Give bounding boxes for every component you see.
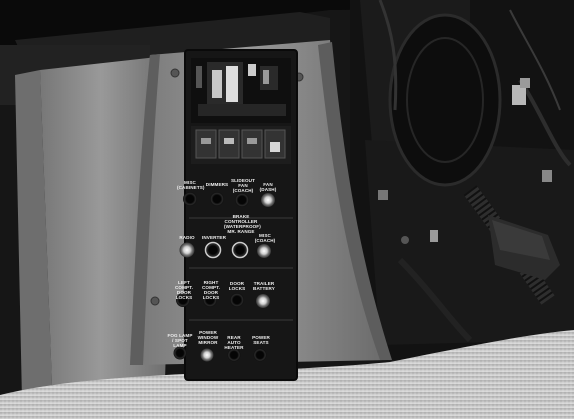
label-power-window-mirror: POWER WINDOW MIRROR	[197, 330, 219, 345]
switch-indicator-light	[257, 244, 271, 258]
switch-hole	[253, 348, 267, 362]
footwell-area	[350, 0, 574, 360]
label-radio: RADIO	[179, 235, 195, 240]
label-door-locks: DOOR LOCKS	[228, 281, 246, 291]
label-right-compt-door-locks: RIGHT COMPT. DOOR LOCKS	[202, 280, 220, 300]
switch-hole	[173, 346, 187, 360]
switch-indicator-light	[200, 348, 214, 362]
switch-indicator-light	[261, 193, 275, 207]
label-brake-controller: BRAKE CONTROLLER (WATERPROOF) MR. RANGE	[224, 214, 261, 234]
switch-hole	[230, 293, 244, 307]
label-inverter: INVERTER	[201, 235, 227, 240]
switch-hole	[210, 192, 224, 206]
label-power-seats: POWER SEATS	[252, 335, 270, 345]
label-trailer-battery: TRAILER BATTERY	[253, 281, 275, 291]
switch-hole	[227, 348, 241, 362]
photo-drawing	[0, 0, 574, 419]
label-fog-lamp: FOG LAMP / SPOT LAMP	[167, 333, 193, 348]
label-left-compt-door-locks: LEFT COMPT. DOOR LOCKS	[175, 280, 193, 300]
switch-hole	[204, 241, 222, 259]
label-fan-dash: FAN (DASH)	[259, 182, 277, 192]
label-slideout-fan: SLIDEOUT FAN (COACH)	[230, 178, 256, 193]
switch-hole	[183, 192, 197, 206]
label-dimmers: DIMMERS	[205, 182, 229, 187]
vehicle-console-photo: MISC (CABINETS) DIMMERS SLIDEOUT FAN (CO…	[0, 0, 574, 419]
label-misc-coach: MISC (COACH)	[254, 233, 276, 243]
label-misc-cabinets: MISC (CABINETS)	[177, 180, 205, 190]
label-rear-auto-heater: REAR AUTO HEATER	[224, 335, 244, 350]
switch-indicator-light	[256, 294, 270, 308]
switch-hole	[231, 241, 249, 259]
switch-indicator-light	[179, 242, 195, 258]
switch-hole	[235, 193, 249, 207]
